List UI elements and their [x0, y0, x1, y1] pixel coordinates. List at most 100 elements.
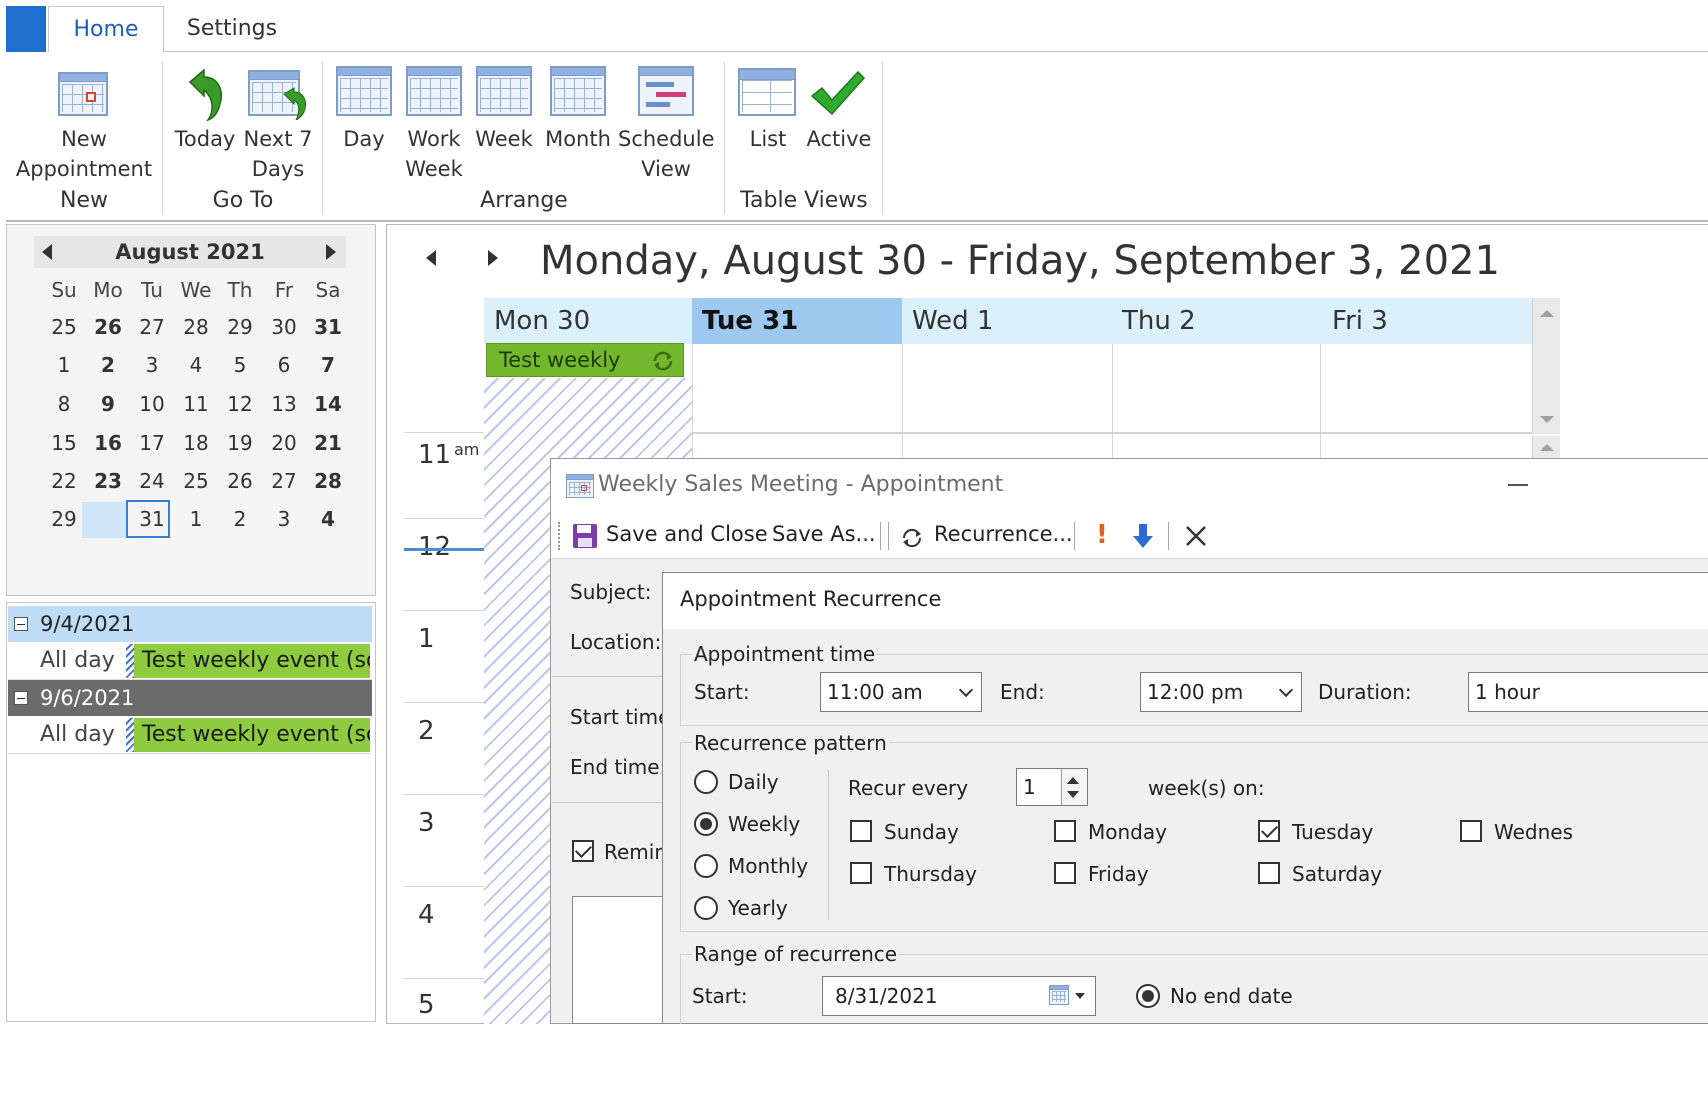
tab-settings[interactable]: Settings	[164, 6, 300, 52]
all-day-event[interactable]: Test weekly	[486, 343, 684, 377]
navigator-day[interactable]: 3	[130, 346, 174, 384]
collapse-icon[interactable]	[14, 691, 28, 705]
day-view-button[interactable]: Day	[332, 66, 396, 186]
navigator-day[interactable]: 23	[86, 462, 130, 500]
navigator-day[interactable]: 27	[262, 462, 306, 500]
navigator-day[interactable]: 19	[218, 424, 262, 462]
minimize-icon[interactable]	[1508, 484, 1528, 486]
navigator-day[interactable]: 10	[130, 385, 174, 423]
navigator-day[interactable]: 2	[86, 346, 130, 384]
scroll-up-icon[interactable]	[1540, 444, 1554, 451]
reminder-checkbox[interactable]	[572, 840, 594, 862]
day-header-mon[interactable]: Mon 30	[484, 298, 692, 344]
navigator-day[interactable]: 13	[262, 385, 306, 423]
save-and-close-button[interactable]: Save and Close	[606, 522, 768, 546]
all-day-scrollbar[interactable]	[1532, 298, 1560, 434]
navigator-day[interactable]: 4	[174, 346, 218, 384]
navigator-day[interactable]: 9	[86, 385, 130, 423]
scroll-up-icon[interactable]	[1540, 310, 1554, 317]
agenda-row[interactable]: All day Test weekly event (sor	[8, 642, 372, 680]
next-range-icon[interactable]	[488, 250, 498, 266]
navigator-day[interactable]: 27	[130, 308, 174, 346]
agenda-group-header[interactable]: 9/6/2021	[8, 680, 372, 716]
spin-up-icon[interactable]	[1067, 777, 1079, 784]
navigator-day[interactable]: 6	[262, 346, 306, 384]
navigator-day[interactable]: 14	[306, 385, 350, 423]
agenda-group-header[interactable]: 9/4/2021	[8, 606, 372, 642]
navigator-day[interactable]: 20	[262, 424, 306, 462]
tuesday-checkbox[interactable]	[1258, 820, 1280, 842]
new-appointment-button[interactable]: New Appointment	[14, 66, 154, 186]
next-7-days-button[interactable]: Next 7 Days	[240, 66, 316, 186]
navigator-day[interactable]: 28	[174, 308, 218, 346]
save-icon[interactable]	[572, 523, 598, 549]
no-end-date-radio[interactable]	[1136, 984, 1160, 1008]
today-button[interactable]: Today	[172, 66, 238, 186]
schedule-view-button[interactable]: Schedule View	[618, 66, 715, 186]
spinner-buttons[interactable]	[1061, 769, 1087, 805]
day-header-wed[interactable]: Wed 1	[902, 298, 1112, 344]
agenda-event[interactable]: Test weekly event (sor	[134, 644, 370, 678]
day-header-thu[interactable]: Thu 2	[1112, 298, 1322, 344]
time-scrollbar[interactable]	[1532, 436, 1560, 458]
navigator-day[interactable]: 4	[306, 500, 350, 538]
week-view-button[interactable]: Week	[472, 66, 536, 186]
start-time-combo[interactable]: 11:00 am	[820, 672, 982, 712]
monday-checkbox[interactable]	[1054, 820, 1076, 842]
high-importance-icon[interactable]: !	[1096, 520, 1108, 550]
yearly-radio[interactable]	[694, 896, 718, 920]
list-view-button[interactable]: List	[734, 66, 802, 186]
spin-down-icon[interactable]	[1067, 791, 1079, 798]
agenda-row[interactable]: All day Test weekly event (sor	[8, 716, 372, 754]
dropdown-arrow-icon[interactable]	[1075, 993, 1085, 999]
navigator-day[interactable]: 25	[42, 308, 86, 346]
interval-spinner[interactable]: 1	[1016, 768, 1088, 806]
navigator-day[interactable]: 7	[306, 346, 350, 384]
end-time-combo[interactable]: 12:00 pm	[1140, 672, 1302, 712]
navigator-day[interactable]: 26	[218, 462, 262, 500]
daily-radio[interactable]	[694, 770, 718, 794]
navigator-day[interactable]: 29	[218, 308, 262, 346]
navigator-day[interactable]: 29	[42, 500, 86, 538]
app-menu-button[interactable]	[6, 6, 46, 52]
navigator-day[interactable]: 17	[130, 424, 174, 462]
navigator-day[interactable]: 1	[174, 500, 218, 538]
day-header-tue[interactable]: Tue 31	[692, 298, 902, 344]
navigator-day[interactable]: 26	[86, 308, 130, 346]
friday-checkbox[interactable]	[1054, 862, 1076, 884]
wednesday-checkbox[interactable]	[1460, 820, 1482, 842]
month-view-button[interactable]: Month	[542, 66, 614, 186]
navigator-day[interactable]: 22	[42, 462, 86, 500]
delete-icon[interactable]	[1184, 524, 1208, 548]
navigator-day[interactable]: 25	[174, 462, 218, 500]
navigator-day[interactable]: 15	[42, 424, 86, 462]
tab-home[interactable]: Home	[48, 6, 164, 52]
navigator-day[interactable]: 21	[306, 424, 350, 462]
navigator-day[interactable]: 8	[42, 385, 86, 423]
sunday-checkbox[interactable]	[850, 820, 872, 842]
navigator-day[interactable]: 2	[218, 500, 262, 538]
navigator-day[interactable]: 12	[218, 385, 262, 423]
notes-textarea[interactable]	[572, 896, 664, 1024]
navigator-day[interactable]: 1	[42, 346, 86, 384]
navigator-day[interactable]: 18	[174, 424, 218, 462]
agenda-event[interactable]: Test weekly event (sor	[134, 718, 370, 752]
navigator-day[interactable]: 16	[86, 424, 130, 462]
active-view-button[interactable]: Active	[804, 66, 874, 186]
navigator-day[interactable]: 3	[262, 500, 306, 538]
navigator-day[interactable]: 31	[306, 308, 350, 346]
navigator-day[interactable]: 5	[218, 346, 262, 384]
range-start-date-picker[interactable]: 8/31/2021	[822, 976, 1096, 1016]
scroll-down-icon[interactable]	[1540, 416, 1554, 423]
save-as-button[interactable]: Save As...	[772, 522, 876, 546]
collapse-icon[interactable]	[14, 617, 28, 631]
recurrence-button[interactable]: Recurrence...	[934, 522, 1073, 546]
prev-range-icon[interactable]	[426, 250, 436, 266]
duration-combo[interactable]: 1 hour	[1468, 672, 1708, 712]
navigator-day[interactable]: 28	[306, 462, 350, 500]
recurrence-icon[interactable]	[900, 526, 924, 550]
navigator-day[interactable]: 24	[130, 462, 174, 500]
navigator-day[interactable]: 30	[262, 308, 306, 346]
day-header-fri[interactable]: Fri 3	[1322, 298, 1532, 344]
work-week-view-button[interactable]: Work Week	[402, 66, 466, 186]
